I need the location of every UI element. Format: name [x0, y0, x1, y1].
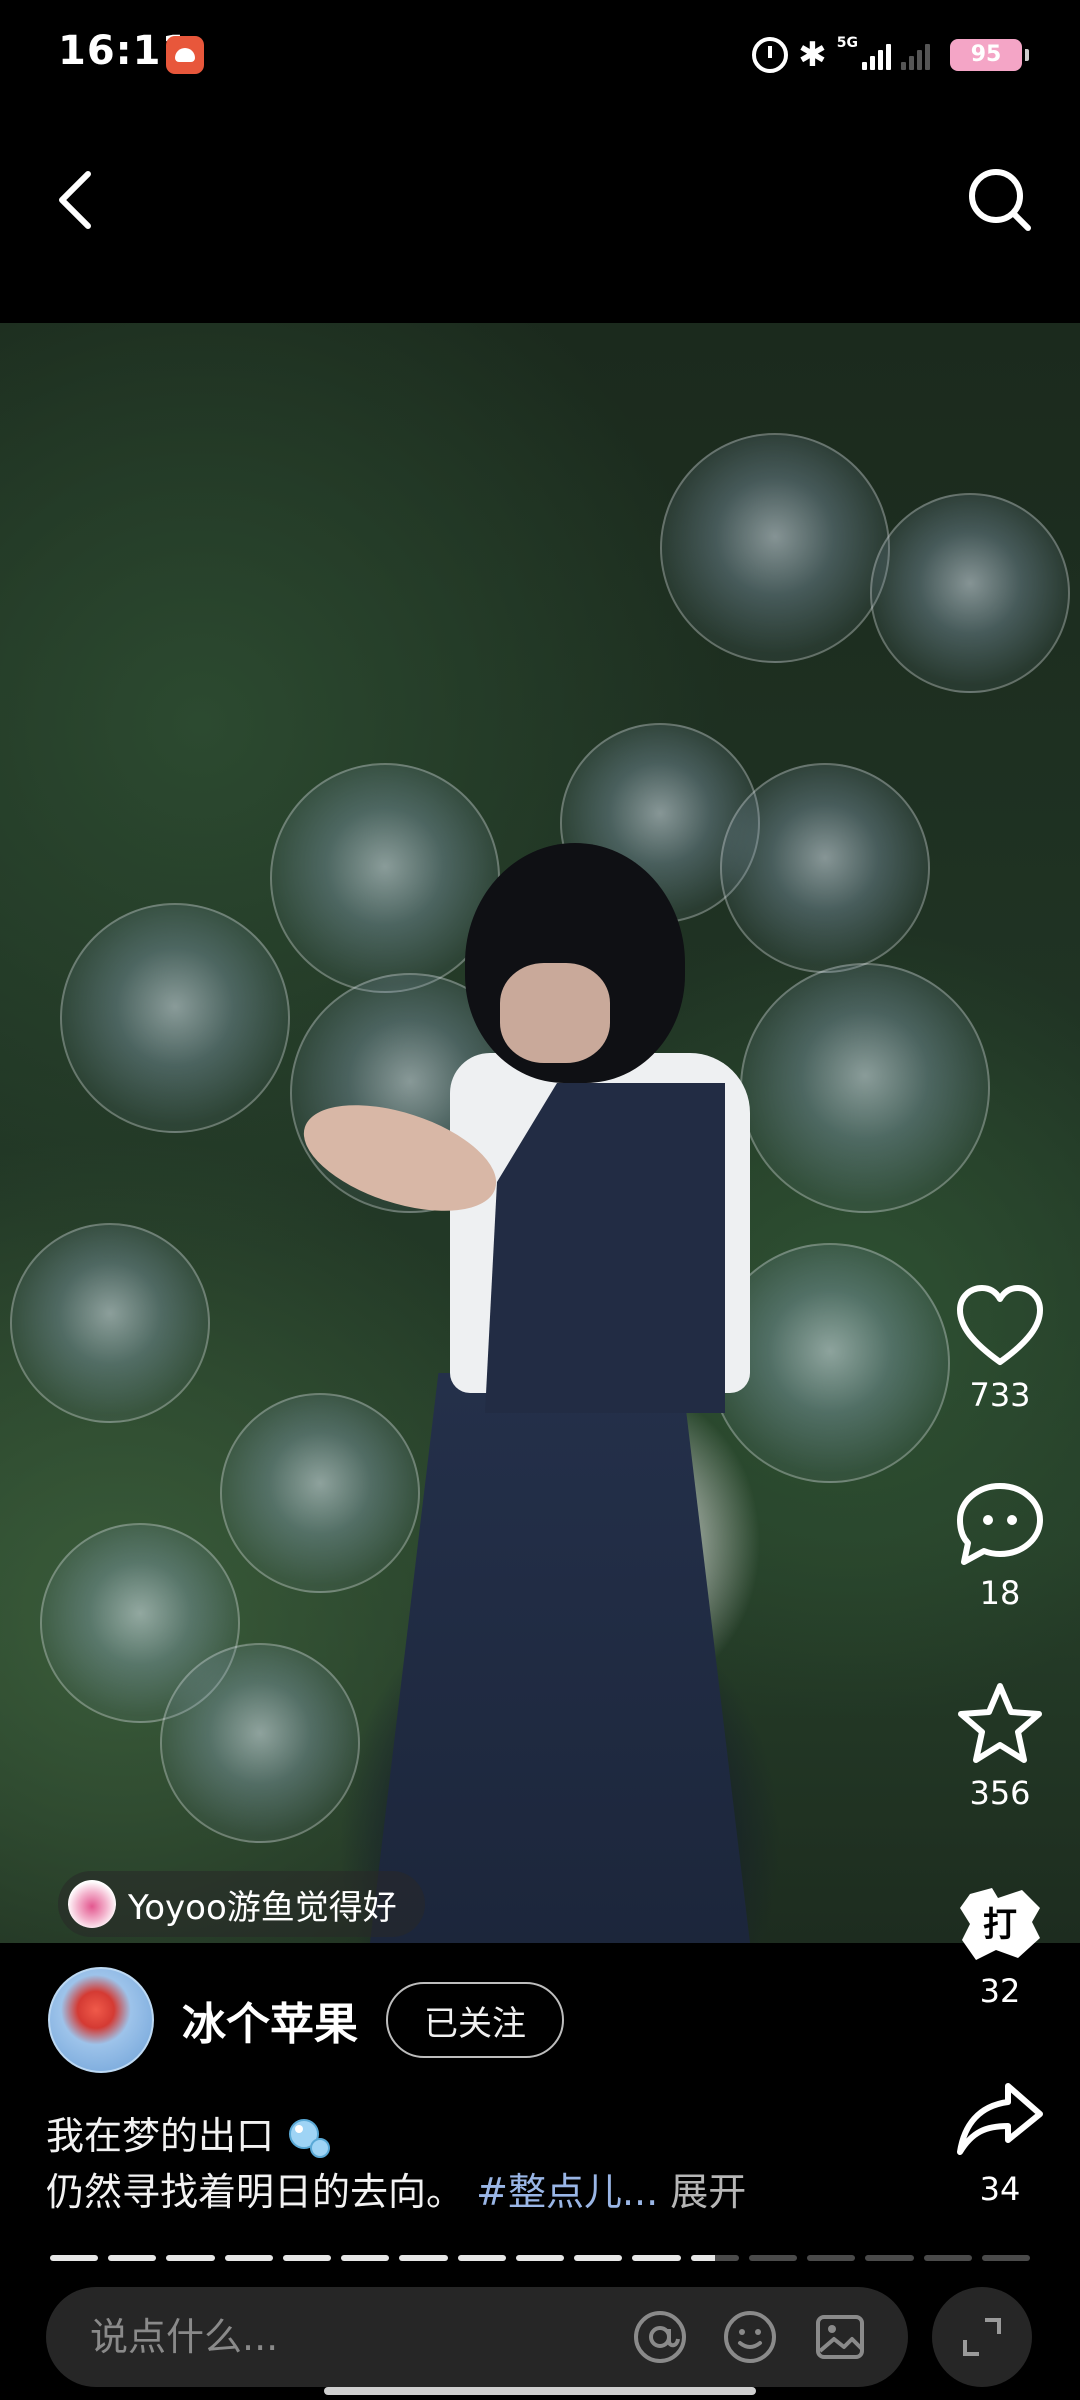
progress-segment: [282, 2255, 332, 2261]
caption-body: 仍然寻找着明日的去向。: [46, 2170, 465, 2214]
caption-title: 我在梦的出口: [46, 2114, 275, 2158]
signal-icon: [862, 40, 891, 70]
bubbles-emoji-icon: [286, 2116, 332, 2162]
bubble: [720, 763, 930, 973]
progress-segment: [457, 2255, 506, 2261]
author-name[interactable]: 冰个苹果: [182, 1988, 358, 2052]
bubble: [10, 1223, 210, 1423]
bubble: [870, 493, 1070, 693]
star-icon: [958, 1683, 1042, 1763]
gift-count: 32: [979, 1972, 1021, 2010]
figure-face: [500, 963, 610, 1063]
progress-segment: [574, 2255, 623, 2261]
comment-icon: [957, 1483, 1043, 1565]
progress-segment: [341, 2255, 390, 2261]
like-count: 733: [969, 1376, 1031, 1414]
comment-button[interactable]: 18: [940, 1480, 1060, 1612]
post-caption[interactable]: 我在梦的出口 仍然寻找着明日的去向。 #整点儿... 展开: [46, 2108, 946, 2220]
author-row: 冰个苹果 已关注: [48, 1965, 564, 2075]
image-progress-indicator: [50, 2255, 1030, 2261]
fullscreen-button[interactable]: [932, 2287, 1032, 2387]
top-nav: [0, 140, 1080, 260]
author-avatar[interactable]: [48, 1967, 154, 2073]
hashtag-link[interactable]: #整点儿...: [476, 2170, 658, 2214]
progress-segment: [807, 2255, 856, 2261]
progress-segment: [981, 2255, 1030, 2261]
alarm-icon: [752, 37, 789, 73]
back-icon: [59, 171, 91, 229]
caption-line-1: 我在梦的出口: [46, 2108, 946, 2164]
progress-segment: [865, 2255, 914, 2261]
progress-segment: [108, 2255, 157, 2261]
status-icons: ✱ 5G 95: [752, 32, 1029, 78]
bubble: [220, 1393, 420, 1593]
recommend-text: Yoyoo游鱼觉得好: [128, 1887, 397, 1928]
progress-segment: [632, 2255, 681, 2261]
progress-segment: [923, 2255, 972, 2261]
gift-icon: 打: [960, 1888, 1040, 1960]
network-type: 5G: [836, 35, 858, 51]
expand-caption-link[interactable]: 展开: [670, 2170, 746, 2214]
share-button[interactable]: 34: [940, 2076, 1060, 2208]
progress-segment: [50, 2255, 99, 2261]
progress-segment: [224, 2255, 273, 2261]
post-image[interactable]: [0, 323, 1080, 1943]
comment-input[interactable]: [46, 2315, 630, 2359]
progress-segment: [690, 2255, 739, 2261]
recommender-avatar: [68, 1880, 116, 1928]
progress-segment: [166, 2255, 215, 2261]
bluetooth-icon: ✱: [798, 35, 827, 75]
battery-icon: 95: [950, 39, 1029, 71]
recommend-chip[interactable]: Yoyoo游鱼觉得好: [58, 1871, 425, 1937]
share-count: 34: [979, 2170, 1021, 2208]
figure-skirt: [370, 1373, 750, 1943]
gift-button[interactable]: 打 32: [940, 1878, 1060, 2010]
app-notification-icon: [166, 36, 204, 74]
search-icon: [969, 169, 1031, 231]
status-bar: 16:11 ✱ 5G 95: [0, 0, 1080, 110]
comment-count: 18: [979, 1574, 1021, 1612]
like-button[interactable]: 733: [940, 1282, 1060, 1414]
back-button[interactable]: [40, 160, 120, 240]
share-icon: [957, 2083, 1043, 2155]
progress-segment: [399, 2255, 448, 2261]
bubble: [160, 1643, 360, 1843]
caption-line-2: 仍然寻找着明日的去向。 #整点儿... 展开: [46, 2164, 946, 2220]
search-button[interactable]: [960, 160, 1040, 240]
expand-icon: [963, 2318, 1001, 2356]
at-icon[interactable]: [630, 2307, 690, 2367]
comment-bar: [46, 2287, 908, 2387]
progress-segment: [748, 2255, 798, 2261]
favorite-count: 356: [969, 1774, 1031, 1812]
bubble: [740, 963, 990, 1213]
signal-secondary-icon: [901, 40, 930, 70]
favorite-button[interactable]: 356: [940, 1680, 1060, 1812]
follow-button[interactable]: 已关注: [386, 1982, 564, 2058]
svg-text:打: 打: [983, 1905, 1017, 1945]
image-icon[interactable]: [810, 2307, 870, 2367]
home-indicator[interactable]: [324, 2387, 756, 2395]
progress-segment: [515, 2255, 565, 2261]
bubble: [660, 433, 890, 663]
heart-icon: [957, 1285, 1043, 1365]
bubble: [60, 903, 290, 1133]
emoji-icon[interactable]: [720, 2307, 780, 2367]
